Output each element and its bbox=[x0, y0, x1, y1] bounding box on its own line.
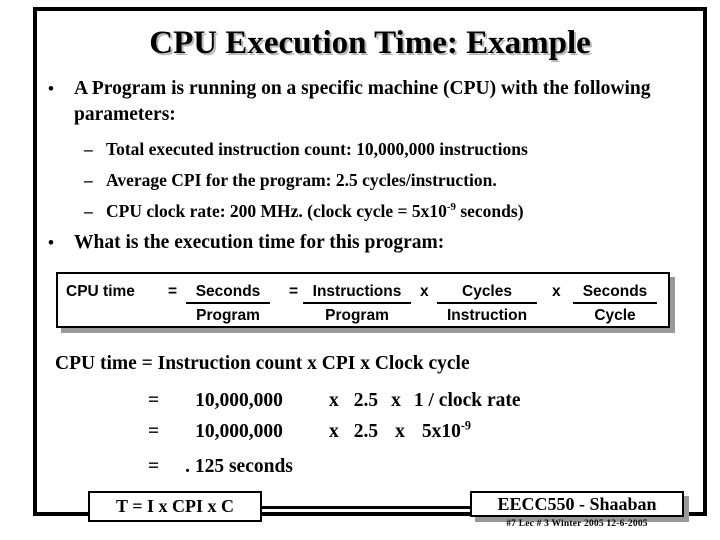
bullet-marker: • bbox=[48, 233, 54, 252]
sub-bullet-text: Total executed instruction count: 10,000… bbox=[106, 139, 528, 159]
calc-clock-cycle: 1 / clock rate bbox=[413, 390, 521, 411]
summary-formula-box: T = I x CPI x C bbox=[88, 491, 262, 522]
formula-equals-2: = bbox=[289, 283, 299, 300]
fraction-numerator: Cycles bbox=[437, 283, 537, 304]
slide-canvas: CPU Execution Time: Example • A Program … bbox=[0, 0, 720, 540]
bullet-item-1: • A Program is running on a specific mac… bbox=[48, 76, 683, 128]
sub-bullet-marker: – bbox=[84, 170, 93, 190]
formula-multiply-2: x bbox=[552, 283, 561, 300]
sub-bullet-marker: – bbox=[84, 201, 93, 221]
formula-box: CPU time = Seconds Program = Instruction… bbox=[56, 272, 670, 328]
sub-bullet-item-1: – Total executed instruction count: 10,0… bbox=[84, 137, 528, 161]
fraction-numerator: Seconds bbox=[186, 283, 270, 304]
bullet-marker: • bbox=[48, 79, 54, 98]
page-title: CPU Execution Time: Example bbox=[149, 25, 591, 61]
calculation-line-4: = . 125 seconds bbox=[148, 455, 314, 479]
calculation-line-3: = 10,000,000 x 2.5 x 5x10-9 bbox=[148, 418, 471, 444]
exponent-superscript: -9 bbox=[446, 201, 456, 214]
sub-bullet-marker: – bbox=[84, 139, 93, 159]
calculation-line-2: = 10,000,000 x 2.5 x 1 / clock rate bbox=[148, 389, 521, 413]
sub-bullet-item-2: – Average CPI for the program: 2.5 cycle… bbox=[84, 168, 497, 192]
bullet-text: What is the execution time for this prog… bbox=[74, 232, 445, 253]
calculation-line-1: CPU time = Instruction count x CPI x Clo… bbox=[55, 353, 470, 374]
clock-cycle-text-tail: seconds) bbox=[455, 201, 524, 221]
fraction-seconds-program: Seconds Program bbox=[186, 283, 270, 325]
sub-bullet-item-3: – CPU clock rate: 200 MHz. (clock cycle … bbox=[84, 199, 524, 223]
formula-multiply-1: x bbox=[420, 283, 429, 300]
calc-multiply-1: x bbox=[329, 421, 339, 442]
slide-frame-top-border bbox=[33, 7, 707, 11]
calc-result: . 125 seconds bbox=[185, 456, 293, 477]
calc-cpi: 2.5 bbox=[353, 390, 379, 411]
calc-multiply-2: x bbox=[395, 421, 405, 442]
footer-course-box: EECC550 - Shaaban bbox=[470, 491, 684, 517]
fraction-denominator: Program bbox=[196, 307, 260, 324]
slide-frame-right-border bbox=[703, 7, 707, 512]
sub-bullet-text: Average CPI for the program: 2.5 cycles/… bbox=[106, 170, 497, 190]
formula-label-cpu-time: CPU time bbox=[66, 283, 135, 300]
calc-equals: = bbox=[148, 456, 160, 477]
footer-details: #7 Lec # 3 Winter 2005 12-6-2005 bbox=[506, 519, 648, 529]
calc-instruction-count: 10,000,000 bbox=[195, 421, 283, 442]
slide-frame-left-border bbox=[33, 7, 37, 516]
fraction-cycles-instruction: Cycles Instruction bbox=[437, 283, 537, 325]
fraction-denominator: Instruction bbox=[446, 307, 528, 324]
clock-cycle-text: CPU clock rate: 200 MHz. (clock cycle = … bbox=[106, 201, 447, 221]
fraction-seconds-cycle: Seconds Cycle bbox=[573, 283, 657, 325]
fraction-numerator: Instructions bbox=[303, 283, 411, 304]
exponent-superscript: -9 bbox=[460, 418, 471, 433]
fraction-denominator: Program bbox=[325, 307, 389, 324]
calc-clock-cycle-value: 5x10 bbox=[421, 421, 461, 442]
calc-equals: = bbox=[148, 421, 160, 442]
calc-cpi: 2.5 bbox=[353, 421, 379, 442]
formula-equals-1: = bbox=[168, 283, 178, 300]
calc-instruction-count: 10,000,000 bbox=[195, 390, 283, 411]
fraction-denominator: Cycle bbox=[594, 307, 636, 324]
bullet-text: A Program is running on a specific machi… bbox=[74, 78, 651, 125]
sub-bullet-text: CPU clock rate: 200 MHz. (clock cycle = … bbox=[106, 199, 524, 223]
bullet-item-2: • What is the execution time for this pr… bbox=[48, 230, 683, 256]
calc-equals: = bbox=[148, 390, 160, 411]
bottom-connector-line bbox=[262, 506, 474, 509]
fraction-instructions-program: Instructions Program bbox=[303, 283, 411, 325]
fraction-numerator: Seconds bbox=[573, 283, 657, 304]
calc-multiply-1: x bbox=[329, 390, 339, 411]
calc-multiply-2: x bbox=[391, 390, 401, 411]
